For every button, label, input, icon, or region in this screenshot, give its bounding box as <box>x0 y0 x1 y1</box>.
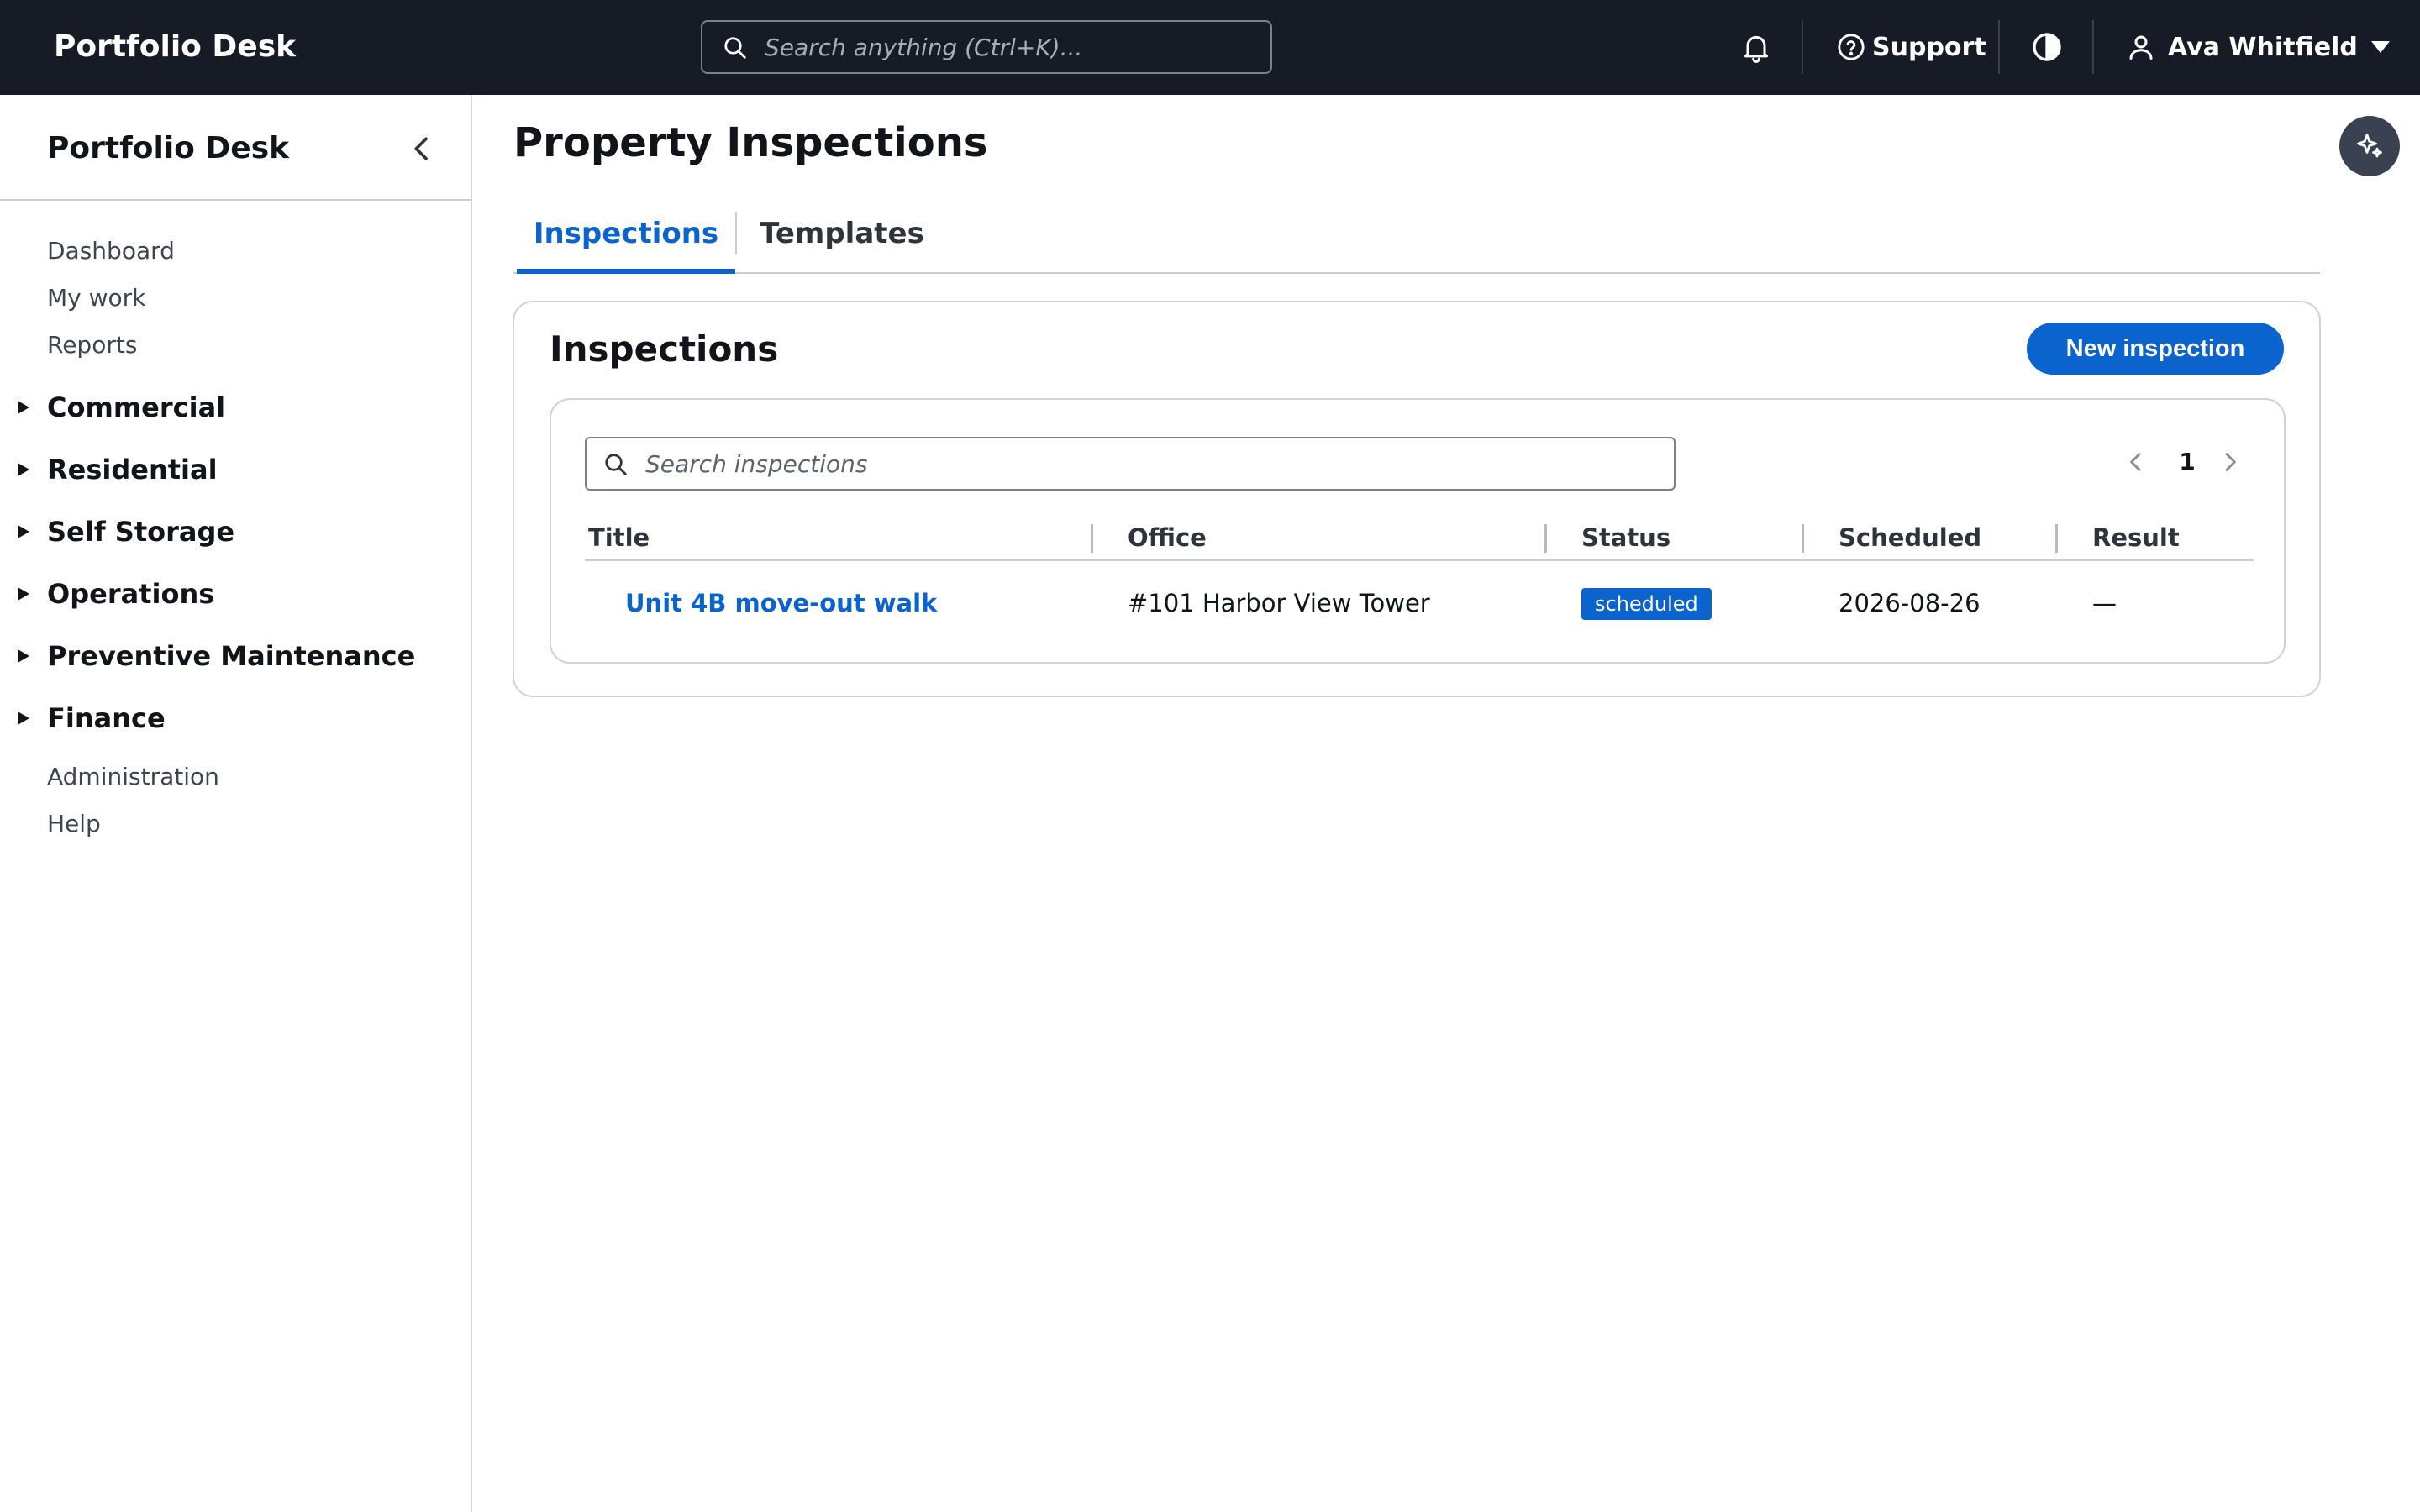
column-resizer[interactable] <box>1544 524 1547 553</box>
sidebar-group-label: Self Storage <box>47 516 235 548</box>
global-search-placeholder: Search anything (Ctrl+K)... <box>765 34 1083 61</box>
column-header-status[interactable]: Status <box>1581 514 1670 561</box>
next-page-button[interactable] <box>2217 449 2244 475</box>
scheduled-date-cell: 2026-08-26 <box>1839 589 1981 617</box>
sidebar-item-reports[interactable]: Reports <box>47 330 137 360</box>
chevron-right-icon <box>2225 453 2236 471</box>
bell-icon <box>1744 35 1768 63</box>
sidebar-group-label: Commercial <box>47 391 226 423</box>
inspections-search-input[interactable]: Search inspections <box>585 437 1676 491</box>
sidebar-header: Portfolio Desk <box>0 95 471 201</box>
sidebar-group-preventive-maintenance[interactable]: Preventive Maintenance <box>17 638 415 675</box>
previous-page-button[interactable] <box>2123 449 2149 475</box>
office-cell: #101 Harbor View Tower <box>1128 589 1430 617</box>
pagination: 1 <box>2123 444 2274 480</box>
help-circle-icon <box>1838 34 1865 60</box>
top-bar: Portfolio Desk Search anything (Ctrl+K).… <box>0 0 2420 95</box>
sidebar-group-operations[interactable]: Operations <box>17 575 214 612</box>
sidebar-group-label: Preventive Maintenance <box>47 640 416 672</box>
sidebar-collapse-button[interactable] <box>405 132 439 165</box>
contrast-icon <box>2033 33 2061 61</box>
caret-right-icon <box>18 587 29 601</box>
column-resizer[interactable] <box>1802 524 1804 553</box>
sidebar-item-dashboard[interactable]: Dashboard <box>47 236 175 266</box>
card-title: Inspections <box>550 328 779 370</box>
theme-toggle-button[interactable] <box>2030 30 2064 64</box>
column-header-result[interactable]: Result <box>2092 514 2180 561</box>
topbar-divider <box>1998 20 2000 74</box>
notifications-button[interactable] <box>1739 30 1773 64</box>
sidebar-group-label: Residential <box>47 454 218 486</box>
global-search-input[interactable]: Search anything (Ctrl+K)... <box>701 20 1272 74</box>
caret-right-icon <box>18 463 29 476</box>
sidebar-group-finance[interactable]: Finance <box>17 700 166 737</box>
inspections-card: Inspections New inspection Search inspec… <box>513 301 2321 697</box>
column-header-office[interactable]: Office <box>1128 514 1207 561</box>
column-header-scheduled[interactable]: Scheduled <box>1839 514 1981 561</box>
sidebar-group-label: Operations <box>47 578 215 610</box>
current-page-number: 1 <box>2179 448 2196 475</box>
sidebar-item-my-work[interactable]: My work <box>47 283 145 313</box>
inspections-search-placeholder: Search inspections <box>645 450 868 478</box>
sparkle-icon <box>2357 134 2382 158</box>
sidebar-group-residential[interactable]: Residential <box>17 451 218 488</box>
user-icon <box>2129 35 2153 60</box>
inspections-table-panel: Search inspections 1 Title Office Status… <box>550 398 2286 664</box>
sidebar-group-commercial[interactable]: Commercial <box>17 389 225 426</box>
page-title: Property Inspections <box>513 119 988 166</box>
caret-right-icon <box>18 401 29 414</box>
chevron-left-icon <box>2130 453 2141 471</box>
user-menu[interactable]: Ava Whitfield <box>2126 29 2391 66</box>
caret-down-icon <box>2370 41 2390 53</box>
support-button[interactable]: Support <box>1837 29 1986 66</box>
caret-right-icon <box>18 711 29 725</box>
sidebar-group-label: Finance <box>47 702 166 734</box>
topbar-divider <box>1802 20 1803 74</box>
search-icon <box>724 37 746 59</box>
sidebar-title: Portfolio Desk <box>47 131 290 165</box>
sidebar-item-administration[interactable]: Administration <box>47 762 219 792</box>
column-resizer[interactable] <box>2055 524 2058 553</box>
tab-bar: Inspections Templates <box>513 202 2320 274</box>
user-name: Ava Whitfield <box>2168 32 2358 62</box>
column-resizer[interactable] <box>1091 524 1093 553</box>
sidebar: Portfolio Desk Dashboard My work Reports… <box>0 95 472 1512</box>
topbar-divider <box>2092 20 2094 74</box>
sidebar-item-help[interactable]: Help <box>47 809 101 839</box>
ai-assistant-button[interactable] <box>2339 116 2400 176</box>
sidebar-group-self-storage[interactable]: Self Storage <box>17 513 234 550</box>
new-inspection-button[interactable]: New inspection <box>2027 323 2284 375</box>
column-header-title[interactable]: Title <box>588 514 650 561</box>
tab-inspections[interactable]: Inspections <box>517 202 735 274</box>
inspection-title-link[interactable]: Unit 4B move-out walk <box>625 586 937 620</box>
app-brand[interactable]: Portfolio Desk <box>54 25 296 69</box>
result-cell: — <box>2092 589 2117 617</box>
table-row: Unit 4B move-out walk #101 Harbor View T… <box>585 563 2254 647</box>
tab-templates[interactable]: Templates <box>737 202 947 274</box>
caret-right-icon <box>18 525 29 538</box>
support-label: Support <box>1872 32 1986 62</box>
search-icon <box>605 454 627 475</box>
caret-right-icon <box>18 649 29 663</box>
chevron-left-icon <box>414 137 428 160</box>
table-header: Title Office Status Scheduled Result <box>585 514 2254 561</box>
status-badge: scheduled <box>1581 588 1712 620</box>
